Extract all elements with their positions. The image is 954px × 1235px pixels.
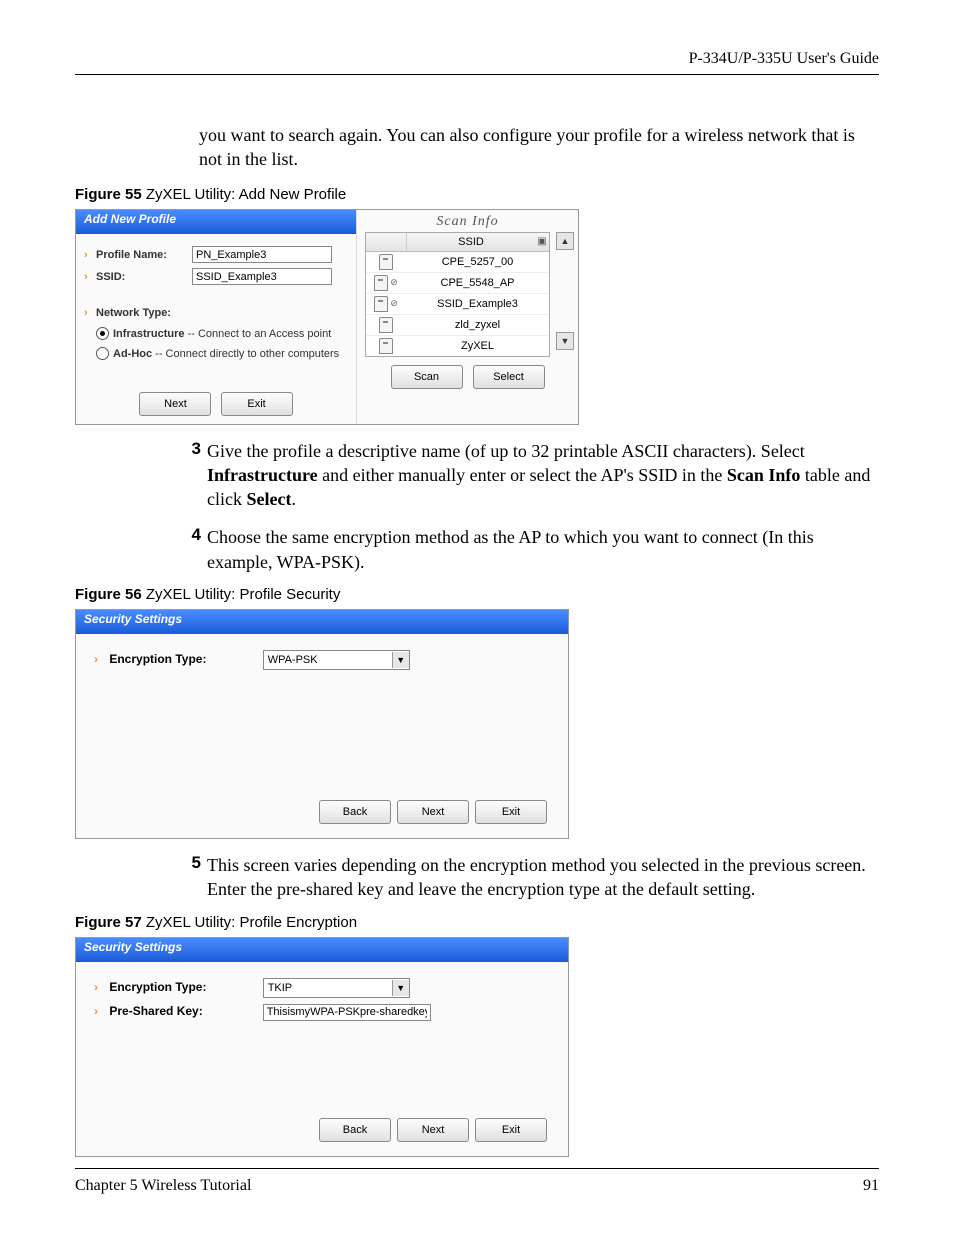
- psk-input[interactable]: [263, 1004, 431, 1021]
- radio-icon: [96, 347, 109, 360]
- encryption-type-select[interactable]: WPA-PSK ▼: [263, 650, 410, 670]
- device-icon: [374, 275, 388, 291]
- radio-icon: [96, 327, 109, 340]
- chevron-icon: ›: [84, 307, 94, 319]
- chevron-icon: ›: [84, 271, 94, 283]
- figure-56: Security Settings › Encryption Type: WPA…: [75, 609, 569, 839]
- scan-button[interactable]: Scan: [391, 365, 463, 389]
- chevron-down-icon: ▼: [392, 652, 409, 668]
- header-guide-name: P-334U/P-335U User's Guide: [75, 50, 879, 68]
- scan-table: SSID ▣ CPE_5257_00 ⊘ CPE_5548_AP ⊘: [365, 232, 550, 357]
- device-icon: [379, 254, 393, 270]
- device-icon: [379, 338, 393, 354]
- security-settings-title: Security Settings: [76, 610, 568, 634]
- radio-adhoc[interactable]: Ad-Hoc -- Connect directly to other comp…: [96, 344, 348, 364]
- profile-name-label: Profile Name:: [96, 249, 192, 261]
- next-button[interactable]: Next: [397, 1118, 469, 1142]
- encryption-type-label: Encryption Type:: [109, 980, 259, 994]
- table-row[interactable]: zld_zyxel: [366, 315, 549, 336]
- chevron-down-icon: ▼: [392, 980, 409, 996]
- back-button[interactable]: Back: [319, 1118, 391, 1142]
- exit-button[interactable]: Exit: [221, 392, 293, 416]
- ssid-column-header: SSID: [407, 236, 535, 248]
- radio-infrastructure[interactable]: Infrastructure -- Connect to an Access p…: [96, 324, 348, 344]
- select-button[interactable]: Select: [473, 365, 545, 389]
- exit-button[interactable]: Exit: [475, 800, 547, 824]
- encryption-type-select[interactable]: TKIP ▼: [263, 978, 410, 998]
- scroll-down-icon[interactable]: ▼: [556, 332, 574, 350]
- figure-57-caption: Figure 57 ZyXEL Utility: Profile Encrypt…: [75, 914, 879, 931]
- footer-page-number: 91: [863, 1177, 879, 1195]
- device-icon: [379, 317, 393, 333]
- scan-info-title: Scan Info: [357, 210, 578, 232]
- device-icon: [374, 296, 388, 312]
- psk-label: Pre-Shared Key:: [109, 1004, 259, 1018]
- security-settings-title: Security Settings: [76, 938, 568, 962]
- chevron-icon: ›: [94, 652, 104, 666]
- table-row[interactable]: ⊘ SSID_Example3: [366, 294, 549, 315]
- header-rule: [75, 74, 879, 75]
- next-button[interactable]: Next: [139, 392, 211, 416]
- add-profile-title: Add New Profile: [76, 210, 356, 234]
- lock-icon: ⊘: [390, 298, 398, 309]
- table-row[interactable]: CPE_5257_00: [366, 252, 549, 273]
- encryption-type-label: Encryption Type:: [109, 652, 259, 666]
- table-row[interactable]: ZyXEL: [366, 336, 549, 356]
- scroll-up-icon[interactable]: ▲: [556, 232, 574, 250]
- network-type-label: Network Type:: [96, 307, 171, 319]
- step-4: 4 Choose the same encryption method as t…: [175, 525, 879, 574]
- next-button[interactable]: Next: [397, 800, 469, 824]
- intro-continuation: you want to search again. You can also c…: [199, 123, 879, 172]
- back-button[interactable]: Back: [319, 800, 391, 824]
- step-3: 3 Give the profile a descriptive name (o…: [175, 439, 879, 512]
- footer-chapter: Chapter 5 Wireless Tutorial: [75, 1177, 251, 1195]
- figure-55: Add New Profile › Profile Name: › SSID: …: [75, 209, 579, 425]
- step-5: 5 This screen varies depending on the en…: [175, 853, 879, 902]
- table-row[interactable]: ⊘ CPE_5548_AP: [366, 273, 549, 294]
- chevron-icon: ›: [94, 980, 104, 994]
- figure-55-caption: Figure 55 ZyXEL Utility: Add New Profile: [75, 186, 879, 203]
- chevron-icon: ›: [84, 249, 94, 261]
- ssid-label: SSID:: [96, 271, 192, 283]
- ssid-input[interactable]: [192, 268, 332, 285]
- exit-button[interactable]: Exit: [475, 1118, 547, 1142]
- figure-56-caption: Figure 56 ZyXEL Utility: Profile Securit…: [75, 586, 879, 603]
- chevron-icon: ›: [94, 1004, 104, 1018]
- lock-icon: ⊘: [390, 277, 398, 288]
- figure-57: Security Settings › Encryption Type: TKI…: [75, 937, 569, 1157]
- profile-name-input[interactable]: [192, 246, 332, 263]
